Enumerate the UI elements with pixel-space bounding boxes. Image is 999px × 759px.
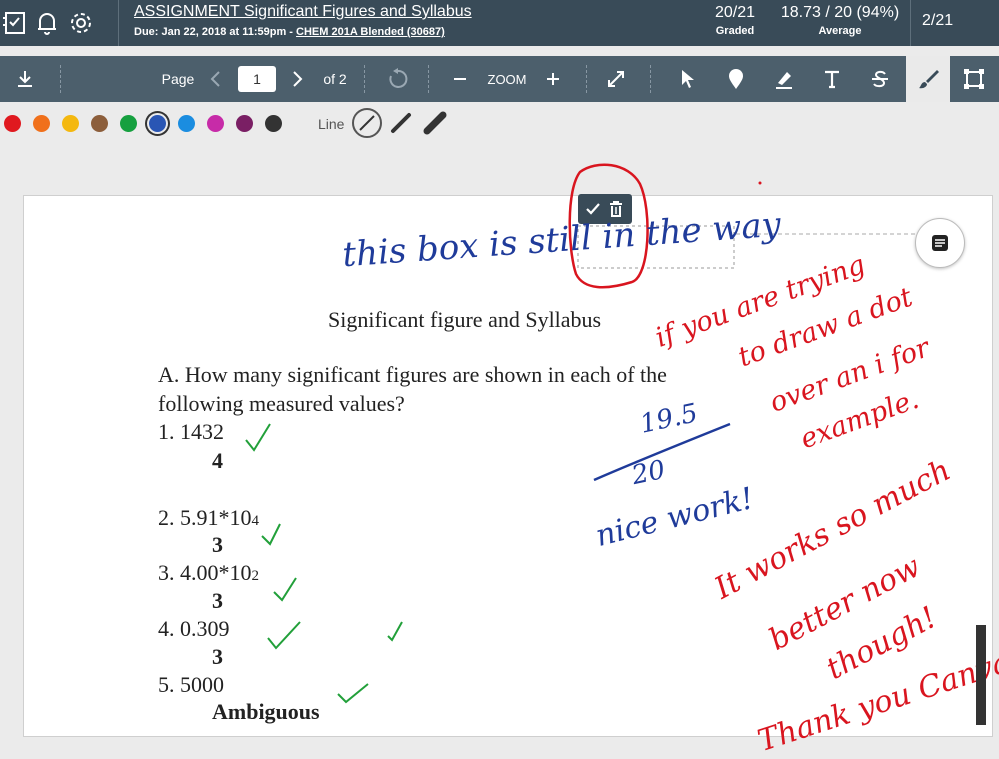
check-mark-4 [267,621,301,650]
check-mark-3 [273,577,297,602]
comment-button[interactable] [915,218,965,268]
check-mark-1 [245,423,271,452]
scrollbar-thumb[interactable] [976,625,986,725]
check-mark-5 [387,621,403,642]
red-dot-mark [758,181,762,185]
check-icon[interactable] [584,200,602,218]
check-mark-6 [337,683,369,704]
check-mark-2 [261,523,281,546]
comment-icon [932,235,948,251]
